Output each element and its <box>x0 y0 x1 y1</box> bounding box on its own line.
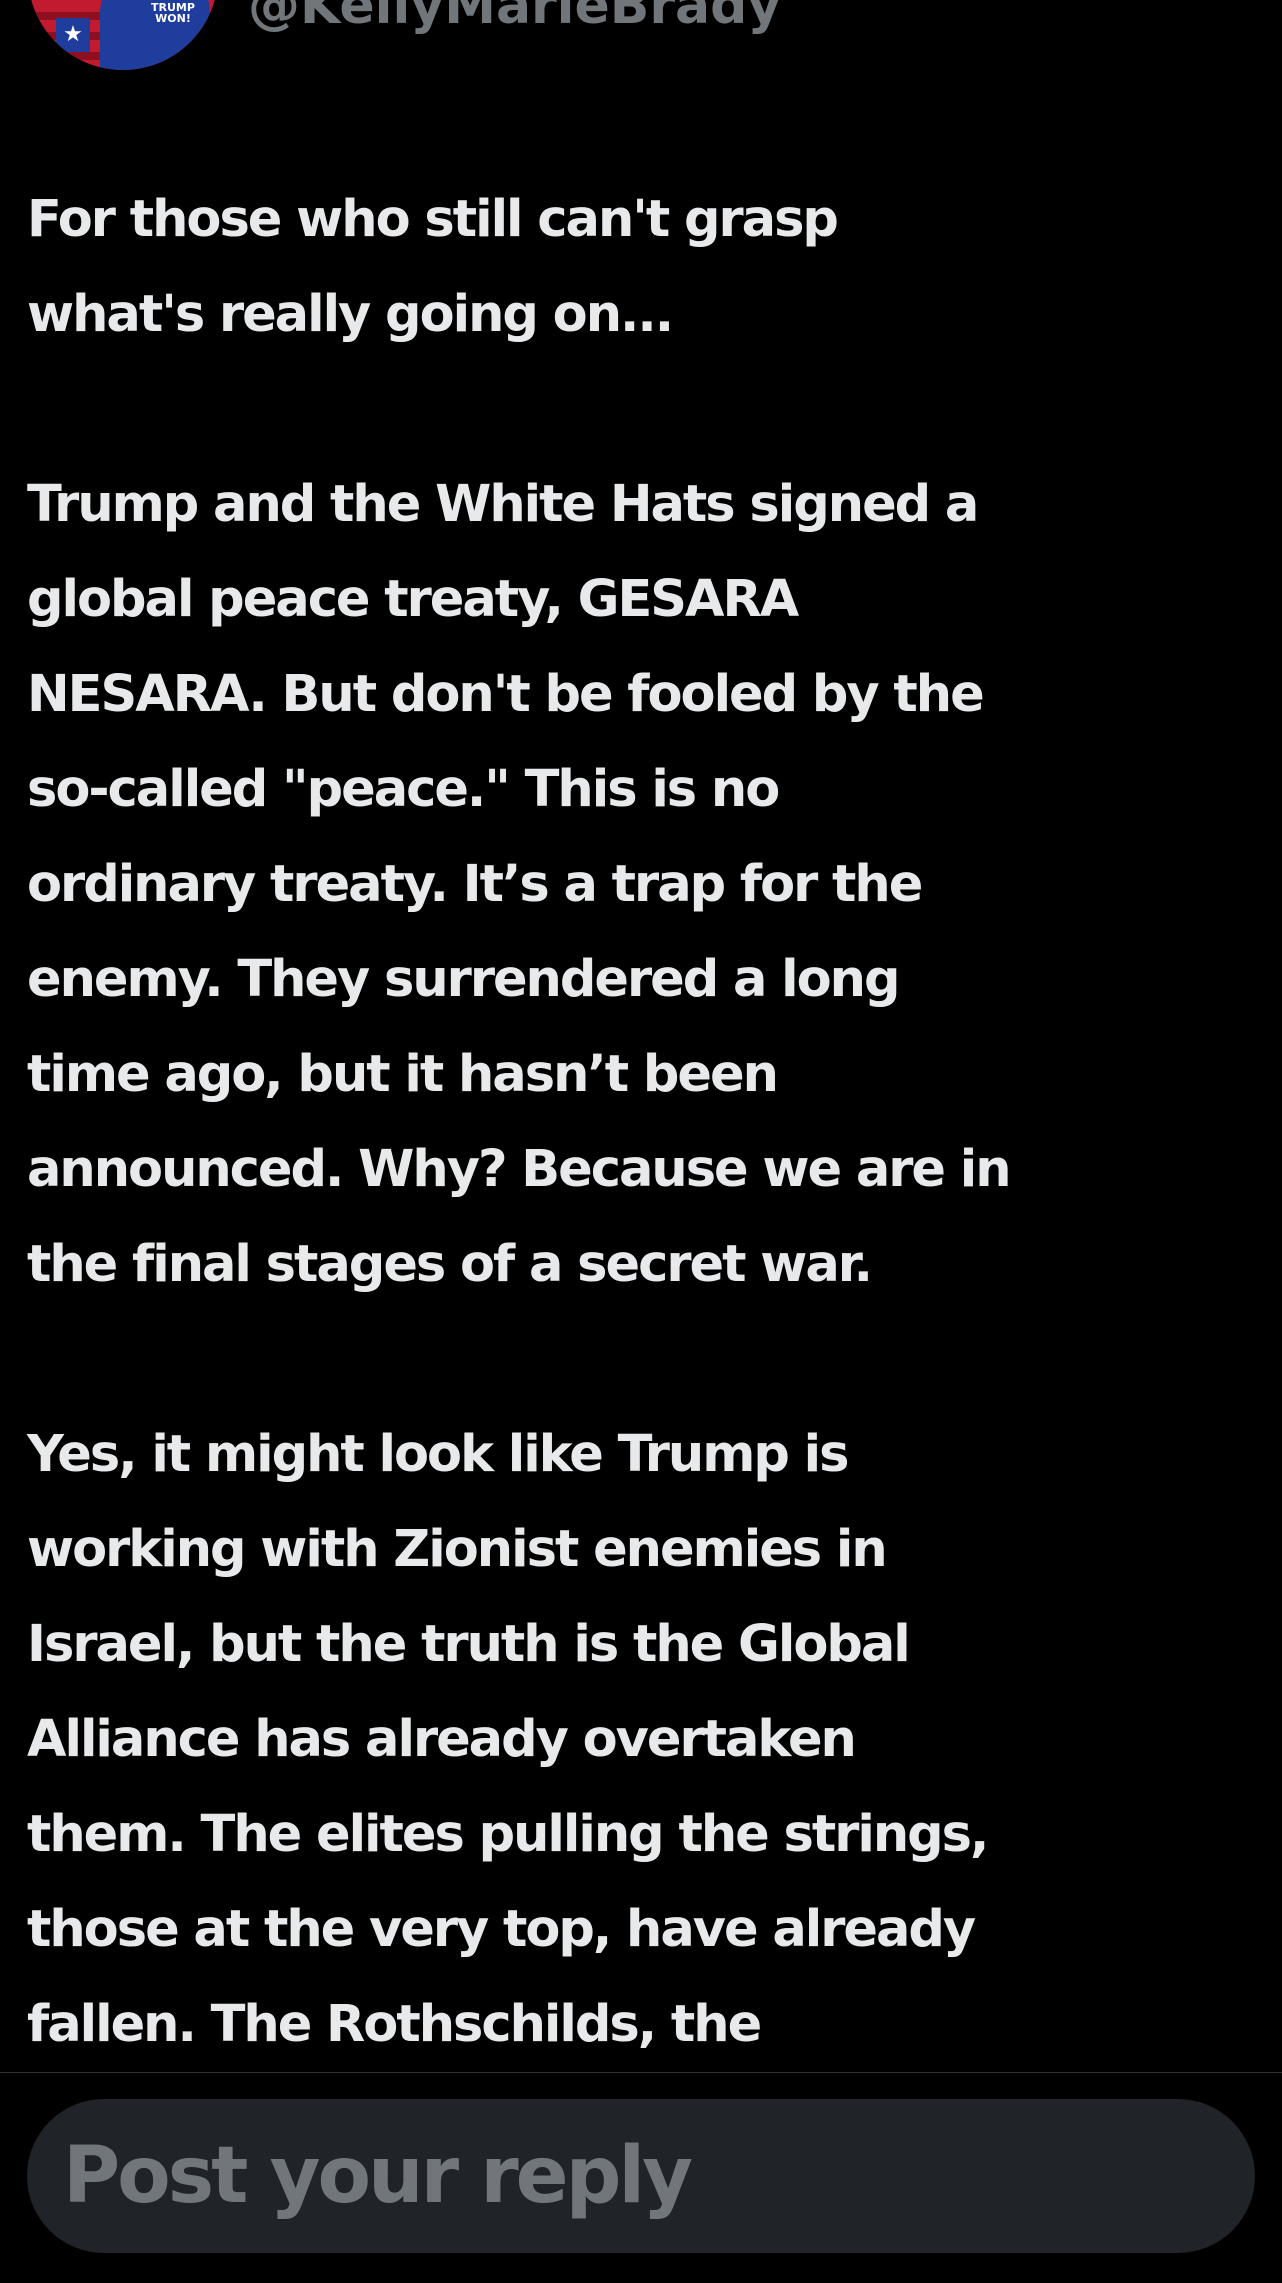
reply-bar <box>0 2072 1282 2283</box>
tweet-text: For those who still can't grasp what's r… <box>27 190 1012 2054</box>
avatar-shirt-text: TRUMP WON! <box>151 1 195 25</box>
user-handle[interactable]: @KellyMarieBrady <box>248 0 781 46</box>
tweet-header: ★ TRUMP WON! @KellyMarieBrady <box>0 0 1282 80</box>
star-icon: ★ <box>56 18 90 52</box>
avatar[interactable]: ★ TRUMP WON! <box>28 0 218 70</box>
reply-input[interactable] <box>27 2099 1255 2253</box>
